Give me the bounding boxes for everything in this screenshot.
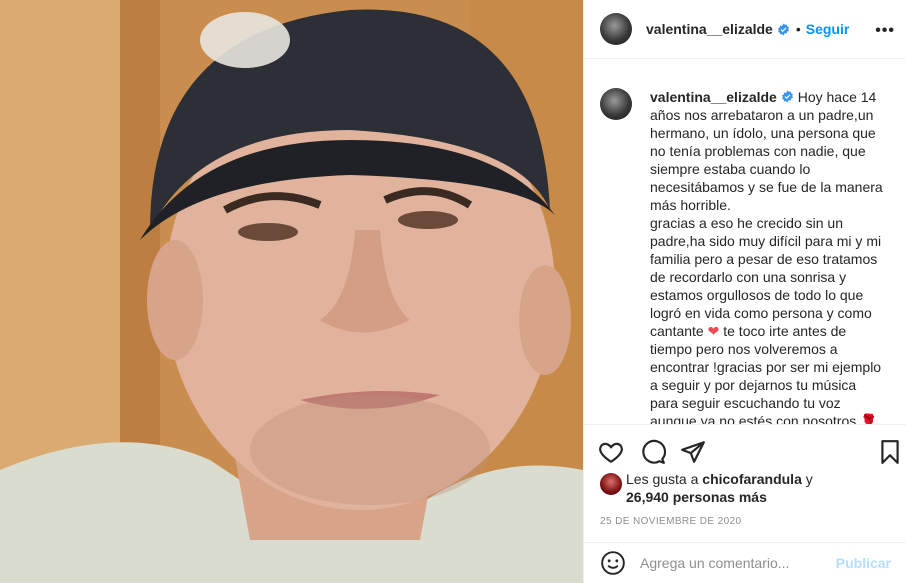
more-options-icon[interactable]: ••• bbox=[875, 22, 895, 40]
liker-username[interactable]: chicofarandula bbox=[702, 471, 802, 487]
post-date[interactable]: 25 DE NOVIEMBRE DE 2020 bbox=[600, 516, 741, 527]
liker-avatar[interactable] bbox=[600, 473, 622, 495]
caption-author-username[interactable]: valentina__elizalde bbox=[650, 89, 777, 105]
comment-bar: Publicar bbox=[584, 542, 906, 583]
post-photo[interactable] bbox=[0, 0, 583, 583]
speech-bubble-icon[interactable] bbox=[640, 439, 666, 465]
caption-body: Hoy hace 14 años nos arrebataron a un pa… bbox=[650, 89, 885, 424]
publish-button[interactable]: Publicar bbox=[836, 555, 891, 571]
caption-text: valentina__elizalde Hoy hace 14 años nos… bbox=[650, 88, 885, 424]
heart-outline-icon[interactable] bbox=[598, 439, 624, 465]
paper-plane-icon[interactable] bbox=[680, 439, 706, 465]
post-side-panel: valentina__elizalde • Seguir ••• valenti… bbox=[583, 0, 906, 583]
separator-dot: • bbox=[795, 21, 801, 37]
caption-author-avatar[interactable] bbox=[600, 88, 632, 120]
likes-summary: Les gusta a chicofarandula y 26,940 pers… bbox=[600, 470, 900, 506]
verified-badge-icon bbox=[777, 23, 789, 35]
likes-count[interactable]: 26,940 personas más bbox=[626, 489, 767, 505]
author-avatar[interactable] bbox=[600, 13, 632, 45]
author-username[interactable]: valentina__elizalde bbox=[646, 21, 773, 37]
likes-conjunction: y bbox=[805, 471, 813, 487]
heart-emoji: ❤ bbox=[707, 323, 720, 339]
post-header: valentina__elizalde • Seguir ••• bbox=[584, 0, 906, 59]
follow-button[interactable]: Seguir bbox=[806, 21, 850, 37]
likes-text: Les gusta a chicofarandula y 26,940 pers… bbox=[626, 470, 900, 506]
smiley-icon[interactable] bbox=[600, 550, 626, 576]
bookmark-icon[interactable] bbox=[877, 439, 903, 465]
action-bar bbox=[584, 424, 906, 476]
post-caption: valentina__elizalde Hoy hace 14 años nos… bbox=[584, 72, 906, 424]
comment-input[interactable] bbox=[640, 555, 830, 571]
likes-prefix: Les gusta a bbox=[626, 471, 699, 487]
portrait-image bbox=[0, 0, 583, 583]
verified-badge-icon bbox=[781, 90, 793, 103]
